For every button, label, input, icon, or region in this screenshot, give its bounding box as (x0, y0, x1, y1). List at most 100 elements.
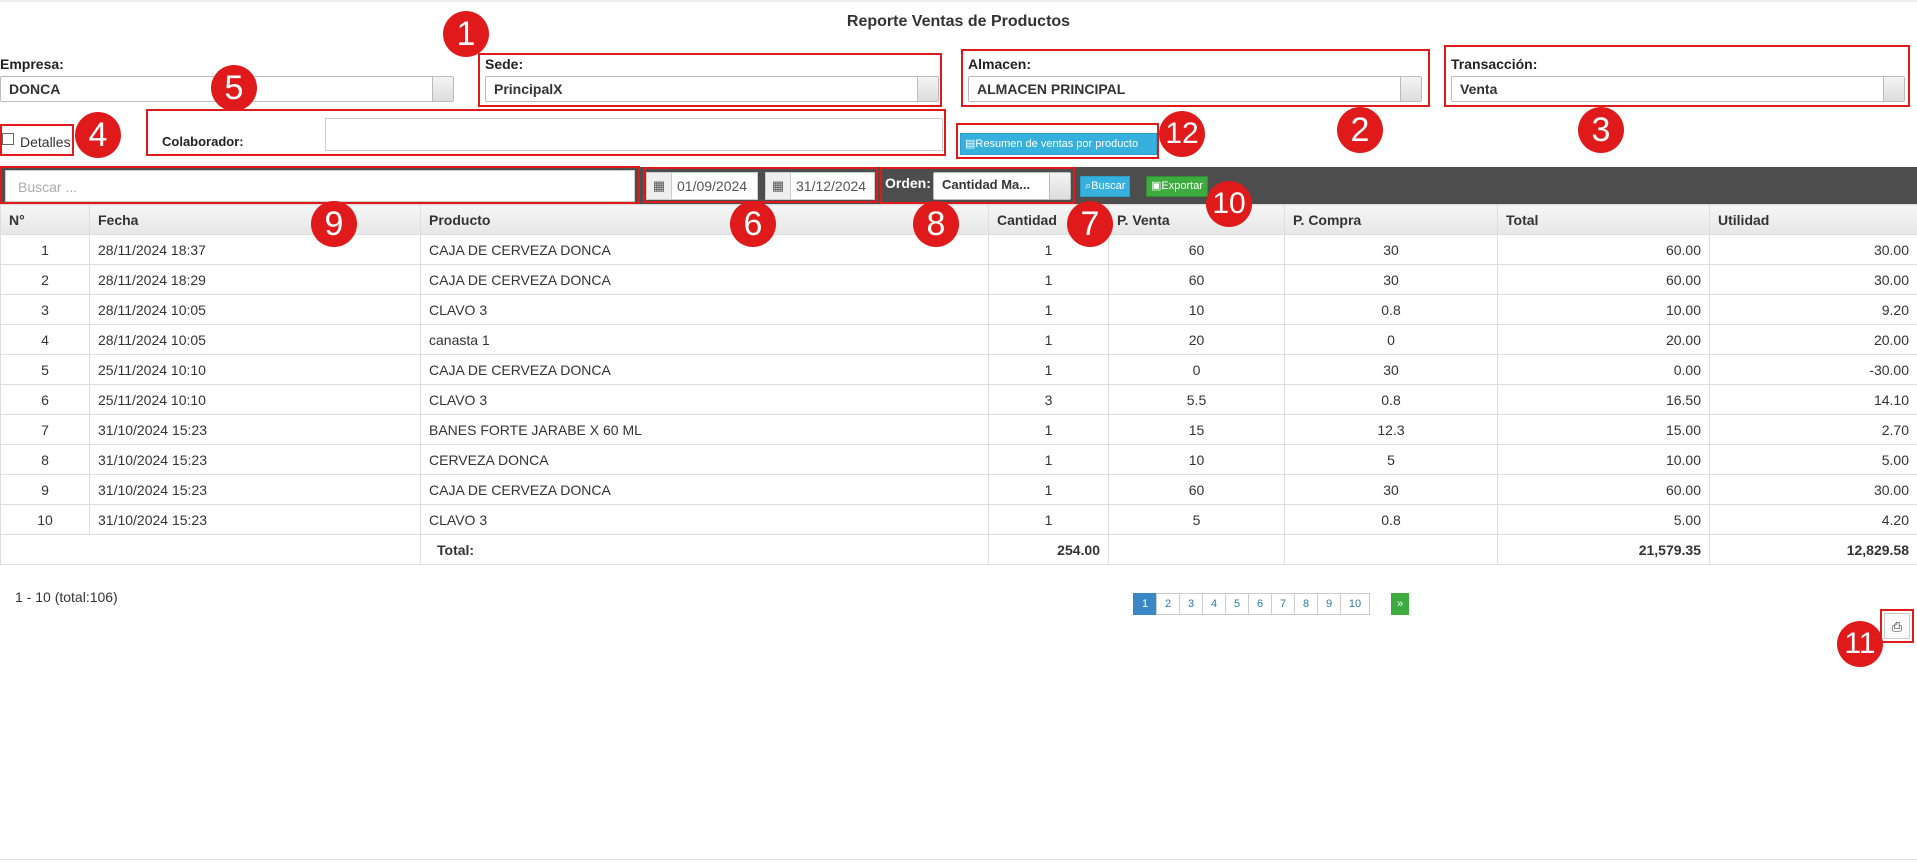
cell-p-venta: 20 (1108, 324, 1285, 355)
cell-utilidad: 30.00 (1709, 474, 1917, 505)
table-row[interactable]: 2 28/11/2024 18:29 CAJA DE CERVEZA DONCA 1 6… (0, 264, 1917, 295)
resumen-ventas-button[interactable]: ▤Resumen de ventas por producto (960, 133, 1157, 155)
cell-producto: CLAVO 3 (420, 504, 989, 535)
cell-p-compra: 30 (1284, 474, 1498, 505)
colaborador-input[interactable] (325, 118, 943, 151)
marker-box-search (0, 166, 640, 204)
print-button[interactable]: ⎙ (1884, 613, 1910, 639)
marker-5: 5 (211, 65, 257, 111)
table-row[interactable]: 6 25/11/2024 10:10 CLAVO 3 3 5.5 0.8 16.50 14.1… (0, 384, 1917, 415)
colaborador-label: Colaborador: (162, 134, 244, 149)
cell-cantidad: 1 (988, 264, 1109, 295)
column-header-p-compra[interactable]: P. Compra (1284, 204, 1498, 235)
cell-p-compra: 0.8 (1284, 384, 1498, 415)
cell-utilidad: 20.00 (1709, 324, 1917, 355)
page-9[interactable]: 9 (1317, 593, 1341, 615)
cell-total: 60.00 (1497, 234, 1710, 265)
table-row[interactable]: 9 31/10/2024 15:23 CAJA DE CERVEZA DONCA 1 6… (0, 474, 1917, 505)
cell-total: 20.00 (1497, 324, 1710, 355)
column-header-p-venta[interactable]: P. Venta (1108, 204, 1285, 235)
cell-utilidad: 2.70 (1709, 414, 1917, 445)
cell-producto: CLAVO 3 (420, 294, 989, 325)
page-3[interactable]: 3 (1179, 593, 1203, 615)
page-2[interactable]: 2 (1156, 593, 1180, 615)
page-7[interactable]: 7 (1271, 593, 1295, 615)
cell-p-venta: 10 (1108, 444, 1285, 475)
cell-utilidad: 4.20 (1709, 504, 1917, 535)
empresa-value: DONCA (9, 81, 61, 97)
marker-8: 8 (913, 201, 959, 247)
sede-label: Sede: (485, 56, 524, 72)
cell-utilidad: -30.00 (1709, 354, 1917, 385)
cell-total: 16.50 (1497, 384, 1710, 415)
printer-icon: ⎙ (1891, 619, 1903, 634)
cell-cantidad: 1 (988, 354, 1109, 385)
marker-box-dates (643, 167, 878, 203)
exportar-label: Exportar (1161, 180, 1203, 192)
table-row[interactable]: 1 28/11/2024 18:37 CAJA DE CERVEZA DONCA 1 6… (0, 234, 1917, 265)
cell-fecha: 31/10/2024 15:23 (89, 504, 421, 535)
cell-producto: CAJA DE CERVEZA DONCA (420, 474, 989, 505)
detalles-checkbox[interactable] (2, 133, 14, 145)
resumen-ventas-label: Resumen de ventas por producto (975, 138, 1139, 150)
cell-utilidad: 30.00 (1709, 234, 1917, 265)
buscar-button[interactable]: ⌕Buscar (1080, 176, 1131, 197)
cell-utilidad: 14.10 (1709, 384, 1917, 415)
table-header-row: N° Fecha Producto Cantidad P. Venta P. C… (0, 204, 1917, 235)
column-header-total[interactable]: Total (1497, 204, 1710, 235)
marker-1: 1 (443, 11, 489, 57)
page-6[interactable]: 6 (1248, 593, 1272, 615)
page-title: Reporte Ventas de Productos (846, 13, 1071, 30)
cell-fecha: 28/11/2024 10:05 (89, 294, 421, 325)
cell-fecha: 28/11/2024 10:05 (89, 324, 421, 355)
table-row[interactable]: 3 28/11/2024 10:05 CLAVO 3 1 10 0.8 10.00 9.20 (0, 294, 1917, 325)
cell-cantidad: 1 (988, 324, 1109, 355)
chevron-down-icon (1883, 77, 1904, 101)
almacen-select[interactable]: ALMACEN PRINCIPAL (968, 76, 1422, 102)
cell-cantidad: 1 (988, 294, 1109, 325)
next-page-button[interactable]: » (1391, 593, 1409, 615)
column-header-fecha[interactable]: Fecha (89, 204, 421, 235)
marker-2: 2 (1337, 107, 1383, 153)
page-1[interactable]: 1 (1133, 593, 1157, 615)
cell-p-venta: 15 (1108, 414, 1285, 445)
cell-fecha: 31/10/2024 15:23 (89, 414, 421, 445)
column-header-numero[interactable]: N° (0, 204, 90, 235)
chevron-down-icon (917, 77, 938, 101)
cell-total: 10.00 (1497, 444, 1710, 475)
column-header-producto[interactable]: Producto (420, 204, 989, 235)
cell-cantidad: 1 (988, 474, 1109, 505)
column-header-utilidad[interactable]: Utilidad (1709, 204, 1917, 235)
cell-p-compra: 0 (1284, 324, 1498, 355)
cell-producto: CAJA DE CERVEZA DONCA (420, 264, 989, 295)
chevron-down-icon (432, 77, 453, 101)
cell-p-venta: 5 (1108, 504, 1285, 535)
page-4[interactable]: 4 (1202, 593, 1226, 615)
pager-gap (1370, 587, 1392, 607)
cell-total: 5.00 (1497, 504, 1710, 535)
transaccion-select[interactable]: Venta (1451, 76, 1905, 102)
cell-fecha: 31/10/2024 15:23 (89, 444, 421, 475)
table-row[interactable]: 7 31/10/2024 15:23 BANES FORTE JARABE X 60… (0, 414, 1917, 445)
table-row[interactable]: 5 25/11/2024 10:10 CAJA DE CERVEZA DONCA 1 0… (0, 354, 1917, 385)
table-row[interactable]: 8 31/10/2024 15:23 CERVEZA DONCA 1 10 5 10.00 5… (0, 444, 1917, 475)
page-8[interactable]: 8 (1294, 593, 1318, 615)
sede-select[interactable]: PrincipalX (485, 76, 939, 102)
page-10[interactable]: 10 (1340, 593, 1370, 615)
cell-cantidad: 1 (988, 414, 1109, 445)
detalles-label: Detalles (20, 134, 71, 150)
bottom-divider (0, 859, 1917, 860)
cell-p-venta: 60 (1108, 474, 1285, 505)
marker-7: 7 (1067, 201, 1113, 247)
marker-4: 4 (75, 112, 121, 158)
exportar-button[interactable]: ▣Exportar (1146, 176, 1208, 197)
cell-utilidad: 5.00 (1709, 444, 1917, 475)
sede-value: PrincipalX (494, 81, 563, 97)
cell-fecha: 25/11/2024 10:10 (89, 354, 421, 385)
cell-p-compra: 30 (1284, 264, 1498, 295)
table-row[interactable]: 10 31/10/2024 15:23 CLAVO 3 1 5 0.8 5.00 4.20 (0, 504, 1917, 535)
totals-label: Total: (420, 534, 989, 565)
page-5[interactable]: 5 (1225, 593, 1249, 615)
table-row[interactable]: 4 28/11/2024 10:05 canasta 1 1 20 0 20.00 20.00 (0, 324, 1917, 355)
almacen-label: Almacen: (968, 56, 1032, 72)
